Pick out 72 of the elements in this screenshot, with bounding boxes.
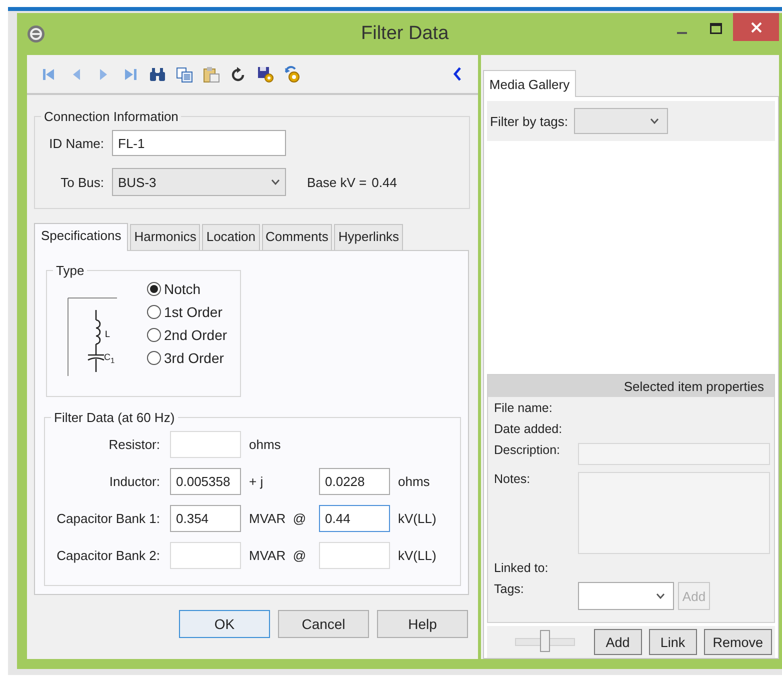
tab[interactable]: Harmonics <box>130 224 200 250</box>
panel-button[interactable]: Add <box>594 629 642 655</box>
input-field[interactable]: FL-1 <box>112 130 286 156</box>
unit-label: kV(LL) <box>398 511 438 526</box>
maximize-icon <box>710 22 722 34</box>
input-field[interactable]: 0.354 <box>170 505 241 532</box>
unit-label: MVAR @ <box>249 548 308 563</box>
unit-label: kV(LL) <box>398 548 438 563</box>
input-field[interactable]: 0.005358 <box>170 468 241 495</box>
field-label: Description: <box>494 443 561 457</box>
group-title: Connection Information <box>43 109 180 124</box>
unit-label: ohms <box>249 437 282 452</box>
field-label: Tags: <box>494 582 525 596</box>
app-logo-icon <box>27 25 45 43</box>
field-label: Resistor: <box>108 437 160 452</box>
field-label: File name: <box>494 401 554 415</box>
collapse-icon[interactable] <box>453 67 462 81</box>
input-field[interactable] <box>578 443 770 465</box>
input-field[interactable]: 0.44 <box>319 505 390 532</box>
radio-button[interactable]: Notch <box>147 281 228 297</box>
field-label: ID Name: <box>48 136 104 150</box>
diagram-label: C$_{1}$ <box>104 351 115 367</box>
value-text: 0.44 <box>372 174 397 190</box>
undo-settings-icon[interactable] <box>284 66 301 82</box>
dialog-button[interactable]: Help <box>377 610 468 638</box>
field-label: Inductor: <box>108 474 160 489</box>
field-label: Capacitor Bank 1: <box>56 511 160 526</box>
dialog-button[interactable]: Cancel <box>278 610 369 638</box>
refresh-icon[interactable] <box>230 66 247 82</box>
tab[interactable]: Location <box>202 224 260 250</box>
panel-button[interactable]: Remove <box>704 629 772 655</box>
window-title: Filter Data <box>361 23 449 45</box>
text-area[interactable] <box>578 472 770 554</box>
paste-icon[interactable] <box>203 66 220 82</box>
field-label: Date added: <box>494 422 564 436</box>
field-label: Capacitor Bank 2: <box>56 548 160 563</box>
tags-dropdown[interactable] <box>574 108 668 134</box>
radio-button[interactable]: 3rd Order <box>147 350 228 366</box>
radio-button[interactable]: 2nd Order <box>147 327 228 343</box>
unit-label: + j <box>249 474 264 489</box>
chevron-down-icon <box>650 118 660 124</box>
chevron-down-icon <box>271 179 280 185</box>
radio-button[interactable]: 1st Order <box>147 304 228 320</box>
tab[interactable]: Hyperlinks <box>334 224 404 250</box>
binoculars-icon[interactable] <box>149 66 166 82</box>
field-label: Base kV = <box>307 174 367 190</box>
tab[interactable]: Comments <box>262 224 332 250</box>
input-field[interactable]: 0.0228 <box>319 468 390 495</box>
minimize-icon <box>677 32 687 34</box>
copy-icon[interactable] <box>176 66 193 82</box>
tab[interactable]: Specifications <box>34 223 128 251</box>
panel-header: Selected item properties <box>488 375 774 397</box>
diagram-label: L <box>105 329 110 339</box>
close-icon <box>750 22 762 32</box>
slider-thumb[interactable] <box>540 630 550 652</box>
unit-label: ohms <box>398 474 431 489</box>
field-label: To Bus: <box>60 174 104 190</box>
group-title: Type <box>55 263 86 278</box>
unit-label: MVAR @ <box>249 511 308 526</box>
tags-dropdown[interactable] <box>578 582 674 610</box>
slider[interactable] <box>514 631 575 653</box>
field-label: Linked to: <box>494 561 550 575</box>
bus-dropdown[interactable]: BUS-3 <box>112 168 286 196</box>
dialog-button[interactable]: OK <box>179 610 270 638</box>
panel-button[interactable]: Link <box>648 629 697 655</box>
close-button[interactable] <box>733 13 779 41</box>
tab[interactable]: Media Gallery <box>483 70 576 97</box>
save-settings-icon[interactable] <box>257 66 274 82</box>
group-title: Filter Data (at 60 Hz) <box>53 410 176 425</box>
field-label: Filter by tags: <box>490 114 568 128</box>
field-label: Notes: <box>494 472 532 486</box>
chevron-down-icon <box>656 593 665 599</box>
